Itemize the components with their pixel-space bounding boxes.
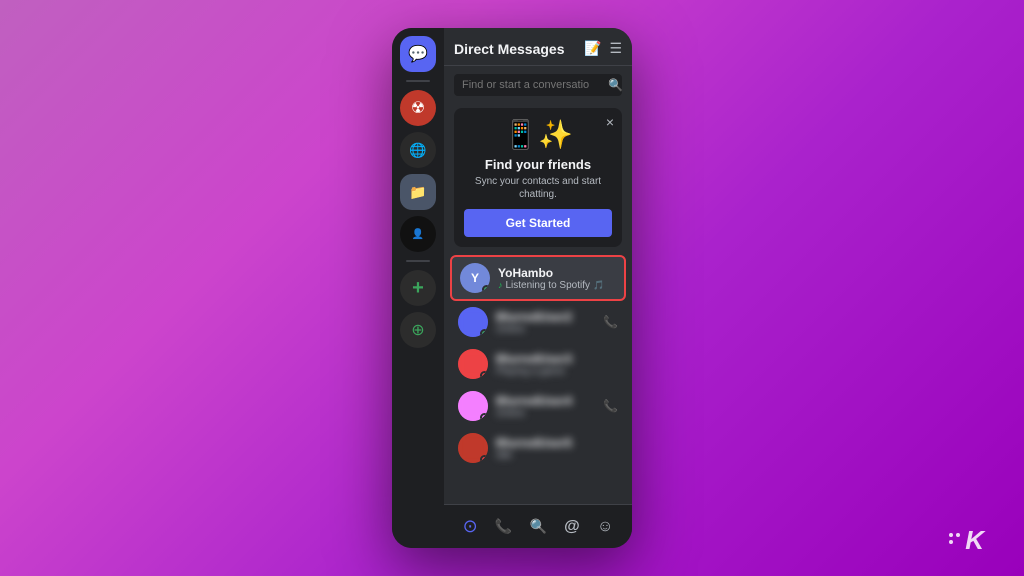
dot-row-1 bbox=[949, 533, 960, 537]
avatar-placeholder: 👤 bbox=[400, 216, 436, 252]
listening-status: Listening to Spotify bbox=[506, 280, 591, 291]
dot-2 bbox=[956, 533, 960, 537]
watermark-letter: K bbox=[965, 525, 984, 556]
dm-name-user5: BlurredUser5 bbox=[496, 436, 618, 450]
close-button[interactable]: × bbox=[606, 114, 614, 130]
avatar-status-user3 bbox=[480, 371, 488, 379]
background: 💬 ☢ 🌐 📁 👤 + ⊕ bbox=[0, 0, 1024, 576]
dm-avatar-user5 bbox=[458, 433, 488, 463]
discover-icon: ⊕ bbox=[411, 320, 424, 340]
avatar-status-user4 bbox=[480, 413, 488, 421]
watermark-dots bbox=[949, 533, 960, 544]
avatar-status-user5 bbox=[480, 455, 488, 463]
find-friends-title: Find your friends bbox=[464, 157, 612, 172]
dm-info-yohambo: YoHambo ♪ Listening to Spotify 🎵 bbox=[498, 266, 616, 291]
dm-status-user5: Idle bbox=[496, 450, 618, 461]
dm-status-user3: Playing a game bbox=[496, 366, 618, 377]
bottom-nav: ⊙ 📞 🔍 @ ☺ bbox=[444, 504, 632, 548]
sidebar-item-home[interactable]: 💬 bbox=[400, 36, 436, 72]
nav-home-icon[interactable]: ⊙ bbox=[459, 512, 482, 541]
globe-icon: 🌐 bbox=[409, 142, 426, 159]
get-started-button[interactable]: Get Started bbox=[464, 209, 612, 237]
nav-emoji-icon[interactable]: ☺ bbox=[593, 514, 617, 540]
dot-1 bbox=[949, 533, 953, 537]
dm-name-user4: BlurredUser4 bbox=[496, 394, 595, 408]
sidebar-item-server3[interactable]: 📁 bbox=[400, 174, 436, 210]
dm-avatar-user3 bbox=[458, 349, 488, 379]
server-separator-2 bbox=[406, 260, 430, 262]
avatar-status-user2 bbox=[480, 329, 488, 337]
spotify-icon: ♪ bbox=[498, 280, 503, 290]
dm-status-yohambo: ♪ Listening to Spotify 🎵 bbox=[498, 280, 616, 291]
dm-name-yohambo: YoHambo bbox=[498, 266, 616, 280]
find-friends-subtitle: Sync your contacts and start chatting. bbox=[464, 175, 612, 201]
home-icon: 💬 bbox=[408, 44, 428, 64]
nav-call-icon[interactable]: 📞 bbox=[491, 514, 516, 539]
spotify-logo-icon: 🎵 bbox=[593, 280, 604, 291]
dm-avatar-yohambo: Y bbox=[460, 263, 490, 293]
new-dm-icon[interactable]: 📝 bbox=[584, 40, 601, 57]
sidebar-item-server2[interactable]: 🌐 bbox=[400, 132, 436, 168]
dm-action-user2: 📞 bbox=[603, 315, 618, 329]
dm-avatar-user4 bbox=[458, 391, 488, 421]
search-input[interactable] bbox=[462, 79, 604, 91]
friends-illustration: 📱✨ bbox=[464, 118, 612, 151]
find-friends-card: × 📱✨ Find your friends Sync your contact… bbox=[454, 108, 622, 247]
dm-info-user3: BlurredUser3 Playing a game bbox=[496, 352, 618, 377]
nav-search-icon[interactable]: 🔍 bbox=[526, 514, 551, 539]
sidebar-item-discover[interactable]: ⊕ bbox=[400, 312, 436, 348]
nav-mentions-icon[interactable]: @ bbox=[560, 514, 584, 540]
dm-header: Direct Messages 📝 ☰ bbox=[444, 28, 632, 66]
avatar-status-yohambo bbox=[482, 285, 490, 293]
dm-item-user3[interactable]: BlurredUser3 Playing a game bbox=[450, 343, 626, 385]
dm-item-user5[interactable]: BlurredUser5 Idle bbox=[450, 427, 626, 469]
dm-title: Direct Messages bbox=[454, 41, 565, 57]
dm-list: Y YoHambo ♪ Listening to Spotify 🎵 ➜ bbox=[444, 255, 632, 504]
dm-item-user2[interactable]: BlurredUser2 Online 📞 bbox=[450, 301, 626, 343]
friends-emoji-icon: 📱✨ bbox=[503, 118, 573, 151]
server-separator bbox=[406, 80, 430, 82]
menu-icon[interactable]: ☰ bbox=[609, 40, 622, 57]
folder-icon: 📁 bbox=[409, 184, 426, 201]
sidebar-item-server1[interactable]: ☢ bbox=[400, 90, 436, 126]
dm-status-user2: Online bbox=[496, 324, 595, 335]
watermark: K bbox=[949, 525, 984, 556]
dm-info-user5: BlurredUser5 Idle bbox=[496, 436, 618, 461]
dot-row-2 bbox=[949, 540, 960, 544]
red-arrow: ➜ bbox=[631, 259, 632, 298]
dot-3 bbox=[949, 540, 953, 544]
server-sidebar: 💬 ☢ 🌐 📁 👤 + ⊕ bbox=[392, 28, 444, 548]
search-bar[interactable]: 🔍 bbox=[454, 74, 622, 96]
phone-container: 💬 ☢ 🌐 📁 👤 + ⊕ bbox=[392, 28, 632, 548]
add-icon: + bbox=[412, 277, 424, 300]
dm-name-user3: BlurredUser3 bbox=[496, 352, 618, 366]
dm-item-user4[interactable]: BlurredUser4 Online 📞 bbox=[450, 385, 626, 427]
dm-status-user4: Online bbox=[496, 408, 595, 419]
search-icon: 🔍 bbox=[608, 78, 623, 92]
sidebar-item-add[interactable]: + bbox=[400, 270, 436, 306]
dm-name-user2: BlurredUser2 bbox=[496, 310, 595, 324]
radioactive-icon: ☢ bbox=[411, 98, 425, 118]
dm-panel: Direct Messages 📝 ☰ 🔍 × 📱✨ Find your fri… bbox=[444, 28, 632, 548]
dm-item-yohambo[interactable]: Y YoHambo ♪ Listening to Spotify 🎵 ➜ bbox=[450, 255, 626, 301]
dm-action-user4: 📞 bbox=[603, 399, 618, 413]
sidebar-item-server4[interactable]: 👤 bbox=[400, 216, 436, 252]
dm-info-user2: BlurredUser2 Online bbox=[496, 310, 595, 335]
dm-info-user4: BlurredUser4 Online bbox=[496, 394, 595, 419]
dm-avatar-user2 bbox=[458, 307, 488, 337]
header-icons: 📝 ☰ bbox=[584, 40, 622, 57]
